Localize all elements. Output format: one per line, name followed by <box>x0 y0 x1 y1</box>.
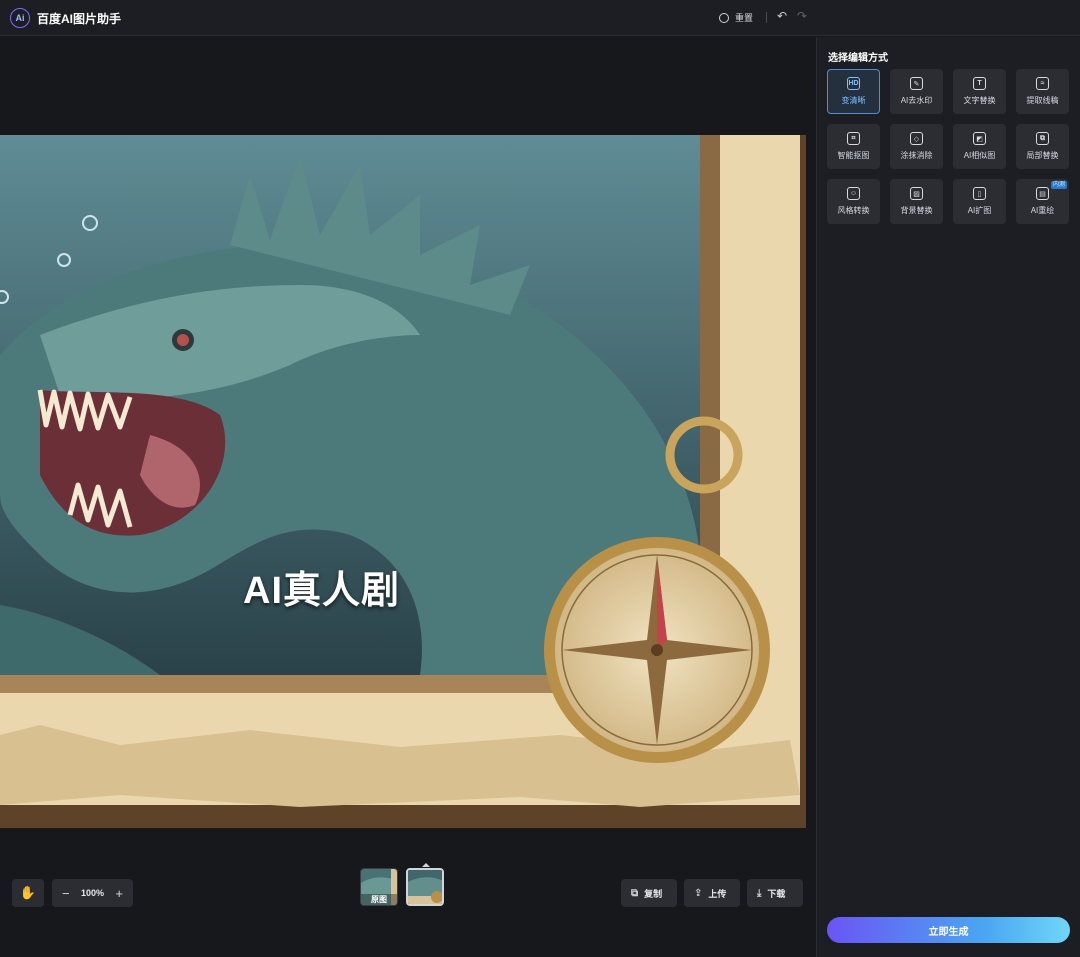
zoom-in-button[interactable]: + <box>115 886 123 901</box>
reset-label: 重置 <box>735 13 754 23</box>
zoom-out-button[interactable]: − <box>62 886 70 901</box>
tool-label: 文字替换 <box>963 96 996 105</box>
thumbnail-edited-image <box>408 870 442 904</box>
tool-label: 智能抠图 <box>837 151 870 160</box>
upload-button[interactable]: ⇪ 上传 <box>684 879 740 907</box>
image-overlay-text: AI真人剧 <box>243 570 401 612</box>
beta-badge: 内测 <box>1050 181 1067 189</box>
tool-style-transfer[interactable]: ☺ 风格转换 <box>827 179 880 224</box>
canvas-area[interactable]: AI真人剧 ✋ − 100% + 原图 ⧉ 复制 ⇪ 上传 ⤓ 下载 <box>0 37 816 957</box>
app-title: 百度AI图片助手 <box>37 12 122 26</box>
download-icon: ⤓ <box>757 887 762 899</box>
tool-label: 变清晰 <box>841 96 866 105</box>
style-transfer-icon: ☺ <box>847 187 860 200</box>
copy-button[interactable]: ⧉ 复制 <box>621 879 677 907</box>
background-replace-icon: ▨ <box>910 187 923 200</box>
tool-text-replace[interactable]: T 文字替换 <box>953 69 1006 114</box>
tool-line-art[interactable]: ≈ 提取线稿 <box>1016 69 1069 114</box>
reset-button[interactable]: 重置 <box>719 11 753 24</box>
cutout-icon: ⌗ <box>847 132 860 145</box>
tool-cutout[interactable]: ⌗ 智能抠图 <box>827 124 880 169</box>
generate-button[interactable]: 立即生成 <box>827 917 1070 943</box>
copy-icon: ⧉ <box>631 887 639 899</box>
download-button[interactable]: ⤓ 下载 <box>747 879 803 907</box>
hd-icon: HD <box>847 77 860 90</box>
tool-redraw[interactable]: 内测 ▤ AI重绘 <box>1016 179 1069 224</box>
top-bar: Ai 百度AI图片助手 重置 ↶ ↷ <box>0 0 1080 36</box>
tool-label: 提取线稿 <box>1026 96 1059 105</box>
hand-icon: ✋ <box>19 885 37 900</box>
line-art-icon: ≈ <box>1036 77 1049 90</box>
tool-grid: HD 变清晰 ✎ AI去水印 T 文字替换 ≈ 提取线稿 ⌗ 智能抠图 ◇ 涂抹… <box>827 69 1073 224</box>
tool-erase[interactable]: ◇ 涂抹消除 <box>890 124 943 169</box>
magic-wand-icon: ✎ <box>910 77 923 90</box>
tool-label: AI相似图 <box>963 151 996 160</box>
upload-label: 上传 <box>708 888 727 899</box>
active-thumbnail-indicator <box>422 863 430 867</box>
image-artwork <box>0 135 806 828</box>
upload-icon: ⇪ <box>694 887 703 899</box>
toolbar-divider <box>766 12 767 23</box>
app-logo-icon: Ai <box>10 8 30 28</box>
tool-expand-image[interactable]: ▯ AI扩图 <box>953 179 1006 224</box>
tool-label: AI扩图 <box>967 206 992 215</box>
partial-replace-icon: ⧉ <box>1036 132 1049 145</box>
redo-icon[interactable]: ↷ <box>797 9 807 23</box>
tool-background-replace[interactable]: ▨ 背景替换 <box>890 179 943 224</box>
tool-label: 涂抹消除 <box>900 151 933 160</box>
hand-tool-button[interactable]: ✋ <box>12 879 44 907</box>
zoom-level: 100% <box>80 888 105 898</box>
download-label: 下载 <box>767 888 786 899</box>
tool-remove-watermark[interactable]: ✎ AI去水印 <box>890 69 943 114</box>
similar-image-icon: ◩ <box>973 132 986 145</box>
tool-label: 风格转换 <box>837 206 870 215</box>
expand-image-icon: ▯ <box>973 187 986 200</box>
copy-label: 复制 <box>644 888 663 899</box>
panel-title: 选择编辑方式 <box>828 53 888 64</box>
eraser-icon: ◇ <box>910 132 923 145</box>
tool-label: 背景替换 <box>900 206 933 215</box>
tool-label: AI重绘 <box>1030 206 1055 215</box>
logo-text: Ai <box>15 13 25 23</box>
tool-partial-replace[interactable]: ⧉ 局部替换 <box>1016 124 1069 169</box>
text-replace-icon: T <box>973 77 986 90</box>
tool-enhance[interactable]: HD 变清晰 <box>827 69 880 114</box>
thumbnail-original[interactable]: 原图 <box>360 868 398 906</box>
redraw-icon: ▤ <box>1036 187 1049 200</box>
edited-image[interactable]: AI真人剧 <box>0 135 806 828</box>
tool-similar-image[interactable]: ◩ AI相似图 <box>953 124 1006 169</box>
reset-icon <box>719 12 729 23</box>
tool-label: AI去水印 <box>900 96 933 105</box>
thumbnail-original-label: 原图 <box>361 894 397 905</box>
zoom-control: − 100% + <box>52 879 133 907</box>
tool-label: 局部替换 <box>1026 151 1059 160</box>
undo-icon[interactable]: ↶ <box>777 9 787 23</box>
thumbnail-edited[interactable] <box>406 868 444 906</box>
edit-panel: 选择编辑方式 HD 变清晰 ✎ AI去水印 T 文字替换 ≈ 提取线稿 ⌗ 智能… <box>816 37 1080 957</box>
